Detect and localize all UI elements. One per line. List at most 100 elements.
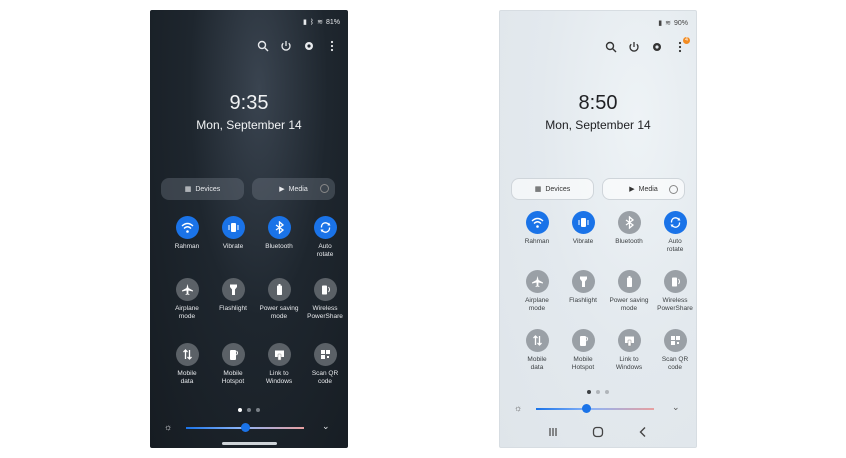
tile-airplane[interactable]: Airplane mode (164, 278, 210, 320)
clock-date: Mon, September 14 (545, 118, 651, 132)
wifi-icon (181, 222, 193, 233)
quick-panel-light: ▮ ≋ 90% 4 8:50 Mon, September 14 ▦ Devic… (499, 10, 697, 448)
tile-label: Flashlight (219, 305, 247, 312)
link-windows-icon (624, 336, 634, 347)
brightness-slider[interactable] (536, 408, 654, 410)
navigation-bar (500, 425, 696, 439)
link-windows-icon (274, 350, 284, 361)
search-icon[interactable] (605, 41, 617, 53)
page-dot[interactable] (247, 408, 251, 412)
tile-hotspot[interactable]: Mobile Hotspot (560, 329, 606, 371)
tile-bluetooth[interactable]: Bluetooth (256, 216, 302, 251)
tile-link-windows[interactable]: Link to Windows (256, 343, 302, 385)
tile-button[interactable] (525, 270, 549, 293)
tile-mobile-data[interactable]: Mobile data (164, 343, 210, 385)
tile-vibrate[interactable]: Vibrate (210, 216, 256, 251)
media-button[interactable]: ▶ Media (252, 178, 335, 200)
chevron-down-icon[interactable]: ⌄ (322, 421, 330, 432)
bluetooth-icon (275, 221, 284, 234)
page-dot[interactable] (596, 390, 600, 394)
tile-button[interactable] (313, 343, 337, 366)
vibrate-icon (578, 218, 588, 227)
home-icon[interactable] (591, 425, 605, 439)
tile-button[interactable] (267, 343, 291, 366)
tile-label: Wireless PowerShare (307, 305, 343, 320)
tile-powershare[interactable]: Wireless PowerShare (652, 270, 696, 312)
tile-label: Bluetooth (265, 243, 293, 250)
tile-qr[interactable]: Scan QR code (302, 343, 348, 385)
play-icon: ▶ (629, 186, 635, 193)
page-indicator (150, 408, 348, 412)
tile-button[interactable] (525, 329, 549, 352)
settings-icon[interactable] (303, 40, 315, 52)
more-options-icon[interactable] (326, 40, 338, 52)
tile-vibrate[interactable]: Vibrate (560, 211, 606, 246)
tile-button[interactable] (221, 343, 245, 366)
tile-wifi[interactable]: Rahman (164, 216, 210, 251)
wifi-status-icon: ≋ (665, 20, 671, 27)
tile-button[interactable] (663, 211, 687, 234)
brightness-knob[interactable] (240, 423, 250, 432)
tile-label: Auto rotate (316, 243, 334, 258)
tile-airplane[interactable]: Airplane mode (514, 270, 560, 312)
more-options-button[interactable]: 4 (674, 37, 690, 53)
tile-button[interactable] (221, 216, 245, 239)
media-button[interactable]: ▶ Media (602, 178, 685, 200)
tile-flashlight[interactable]: Flashlight (210, 278, 256, 313)
tile-battery[interactable]: Power saving mode (256, 278, 302, 320)
search-icon[interactable] (257, 40, 269, 52)
brightness-knob[interactable] (582, 404, 592, 413)
tile-button[interactable] (267, 278, 291, 301)
tile-rotate[interactable]: Auto rotate (302, 216, 348, 258)
tile-button[interactable] (571, 329, 595, 352)
mobile-data-icon (182, 349, 192, 360)
tile-label: Rahman (174, 243, 200, 250)
page-dot[interactable] (605, 390, 609, 394)
page-dot[interactable] (256, 408, 260, 412)
tile-button[interactable] (175, 343, 199, 366)
devices-button[interactable]: ▦ Devices (511, 178, 594, 200)
hotspot-icon (229, 350, 238, 360)
tile-wifi[interactable]: Rahman (514, 211, 560, 246)
tile-button[interactable] (221, 278, 245, 301)
tile-button[interactable] (313, 216, 337, 239)
flashlight-icon (229, 284, 237, 295)
power-icon[interactable] (280, 40, 292, 52)
tile-label: Mobile data (527, 356, 547, 371)
tile-button[interactable] (175, 278, 199, 301)
devices-button[interactable]: ▦ Devices (161, 178, 244, 200)
tile-button[interactable] (663, 270, 687, 293)
tile-button[interactable] (617, 270, 641, 293)
tile-link-windows[interactable]: Link to Windows (606, 329, 652, 371)
page-dot[interactable] (587, 390, 591, 394)
tile-powershare[interactable]: Wireless PowerShare (302, 278, 348, 320)
chevron-down-icon[interactable]: ⌄ (672, 402, 680, 413)
tile-button[interactable] (617, 329, 641, 352)
tile-battery[interactable]: Power saving mode (606, 270, 652, 312)
tile-button[interactable] (617, 211, 641, 234)
tile-button[interactable] (571, 270, 595, 293)
quick-panel-dark: ▮ ᛒ ≋ 81% 9:35 Mon, September 14 ▦ Devic… (150, 10, 348, 448)
powershare-icon (321, 285, 330, 295)
tile-button[interactable] (571, 211, 595, 234)
tile-hotspot[interactable]: Mobile Hotspot (210, 343, 256, 385)
tile-button[interactable] (313, 278, 337, 301)
tile-flashlight[interactable]: Flashlight (560, 270, 606, 305)
tile-rotate[interactable]: Auto rotate (652, 211, 696, 253)
tile-button[interactable] (525, 211, 549, 234)
battery-percent: 90% (673, 19, 688, 27)
back-icon[interactable] (636, 425, 650, 439)
tile-qr[interactable]: Scan QR code (652, 329, 696, 371)
tile-button[interactable] (175, 216, 199, 239)
airplane-icon (181, 284, 193, 295)
settings-icon[interactable] (651, 41, 663, 53)
page-dot[interactable] (238, 408, 242, 412)
power-icon[interactable] (628, 41, 640, 53)
tile-mobile-data[interactable]: Mobile data (514, 329, 560, 371)
home-bar[interactable] (222, 442, 277, 445)
tile-button[interactable] (267, 216, 291, 239)
tile-bluetooth[interactable]: Bluetooth (606, 211, 652, 246)
tile-button[interactable] (663, 329, 687, 352)
recent-apps-icon[interactable] (546, 425, 560, 439)
mobile-data-icon (532, 335, 542, 346)
